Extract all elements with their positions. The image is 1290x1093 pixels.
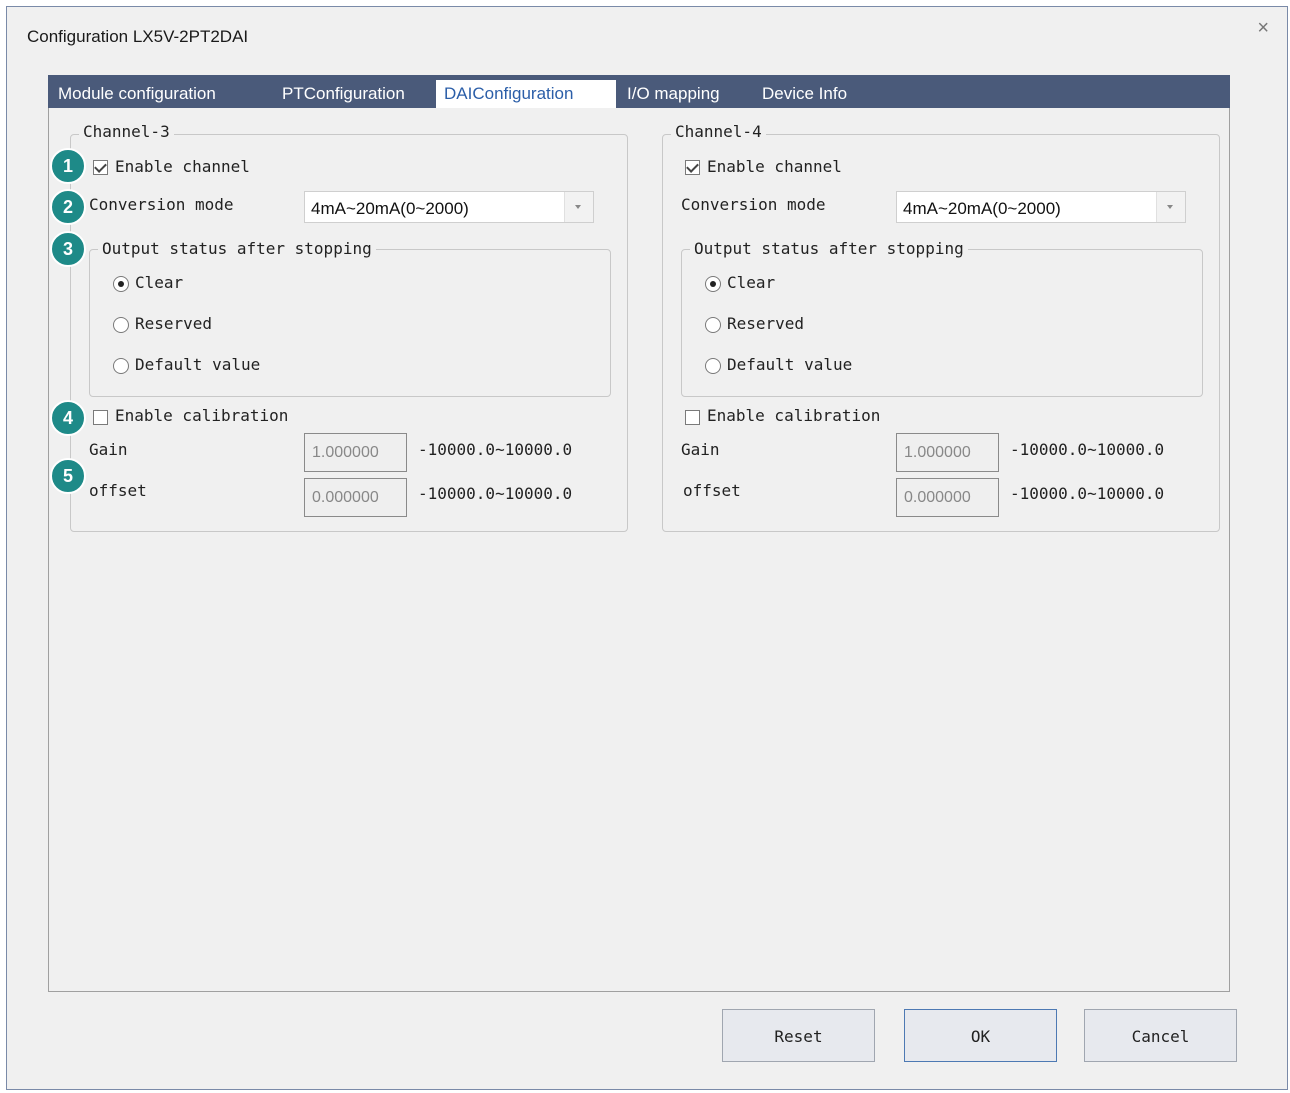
channel-4-radio-default-value[interactable] [705,358,721,374]
tab-bar: Module configuration PTConfiguration DAI… [48,75,1230,108]
dropdown-arrow[interactable] [1156,192,1185,222]
channel-3-clear-label: Clear [135,273,184,292]
channel-3-calibration-label: Enable calibration [115,406,289,425]
close-icon[interactable]: × [1257,17,1269,40]
tab-device-info[interactable]: Device Info [754,75,855,108]
reset-button[interactable]: Reset [722,1009,875,1062]
check-icon [94,160,107,173]
channel-4-offset-range: -10000.0~10000.0 [1010,484,1165,503]
channel-3-output-status-label: Output status after stopping [98,239,376,258]
channel-4-gain-input[interactable]: 1.000000 [896,433,999,472]
channel-3-conversion-select[interactable]: 4mA~20mA(0~2000) [304,191,594,223]
window-title: Configuration LX5V-2PT2DAI [27,27,249,46]
channel-3-reserved-label: Reserved [135,314,213,333]
dropdown-arrow[interactable] [564,192,593,222]
title-bar: Configuration LX5V-2PT2DAI × [7,7,1287,65]
channel-3-radio-clear[interactable] [113,276,129,292]
channel-3-enable-checkbox[interactable] [93,160,108,175]
channel-3-gain-label: Gain [89,440,128,459]
channel-3-radio-reserved[interactable] [113,317,129,333]
channel-4-conversion-select[interactable]: 4mA~20mA(0~2000) [896,191,1186,223]
ok-button[interactable]: OK [904,1009,1057,1062]
tab-dai-configuration[interactable]: DAIConfiguration [436,80,616,108]
channel-4-output-status-label: Output status after stopping [690,239,968,258]
channel-3-offset-range: -10000.0~10000.0 [418,484,573,503]
channel-4-enable-label: Enable channel [707,157,842,176]
channel-4-conversion-value: 4mA~20mA(0~2000) [903,199,1061,218]
channel-4-gain-label: Gain [681,440,720,459]
channel-4-clear-label: Clear [727,273,776,292]
channel-4-radio-clear[interactable] [705,276,721,292]
channel-3-gain-range: -10000.0~10000.0 [418,440,573,459]
channel-3-calibration-checkbox[interactable] [93,410,108,425]
tab-module-configuration[interactable]: Module configuration [50,75,224,108]
channel-4-conversion-label: Conversion mode [681,195,826,214]
annotation-badge-1: 1 [50,148,86,184]
chevron-down-icon [575,205,581,209]
channel-4-offset-label: offset [683,481,741,500]
channel-3-default-value-label: Default value [135,355,261,374]
annotation-badge-5: 5 [50,458,86,494]
channel-4-calibration-checkbox[interactable] [685,410,700,425]
annotation-badge-2: 2 [50,189,86,225]
channel-3-gain-input[interactable]: 1.000000 [304,433,407,472]
channel-3-radio-default-value[interactable] [113,358,129,374]
channel-3-title: Channel-3 [79,122,174,141]
tab-io-mapping[interactable]: I/O mapping [619,75,728,108]
tab-pt-configuration[interactable]: PTConfiguration [274,75,413,108]
channel-3-offset-label: offset [89,481,147,500]
channel-3-conversion-label: Conversion mode [89,195,234,214]
channel-4-default-value-label: Default value [727,355,853,374]
check-icon [686,160,699,173]
channel-3-conversion-value: 4mA~20mA(0~2000) [311,199,469,218]
channel-3-enable-label: Enable channel [115,157,250,176]
channel-4-gain-range: -10000.0~10000.0 [1010,440,1165,459]
annotation-badge-3: 3 [50,231,86,267]
channel-3-offset-input[interactable]: 0.000000 [304,478,407,517]
channel-4-radio-reserved[interactable] [705,317,721,333]
channel-4-calibration-label: Enable calibration [707,406,881,425]
cancel-button[interactable]: Cancel [1084,1009,1237,1062]
channel-4-offset-input[interactable]: 0.000000 [896,478,999,517]
chevron-down-icon [1167,205,1173,209]
channel-4-reserved-label: Reserved [727,314,805,333]
annotation-badge-4: 4 [50,400,86,436]
channel-4-enable-checkbox[interactable] [685,160,700,175]
channel-4-title: Channel-4 [671,122,766,141]
